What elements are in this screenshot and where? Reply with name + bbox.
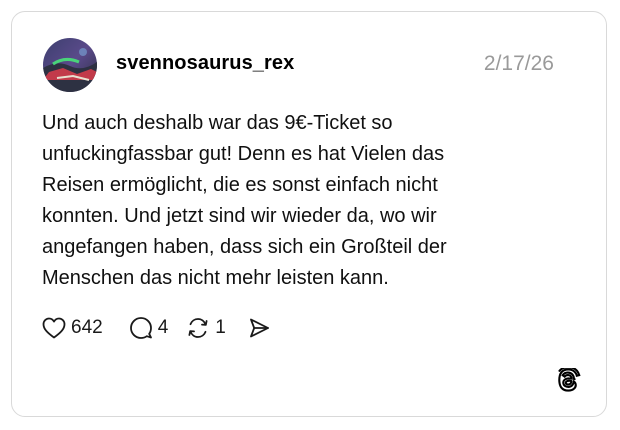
repost-button[interactable]: 1 <box>186 316 226 340</box>
threads-logo-icon <box>557 366 581 392</box>
threads-post-card: svennosaurus_rex 2/17/26 Und auch deshal… <box>11 11 607 417</box>
repost-icon <box>188 318 208 338</box>
reply-button[interactable]: 4 <box>129 316 169 340</box>
repost-count: 1 <box>215 317 226 338</box>
username[interactable]: svennosaurus_rex <box>116 52 294 75</box>
heart-icon <box>42 317 66 339</box>
like-button[interactable]: 642 <box>42 317 103 339</box>
avatar[interactable] <box>43 38 97 92</box>
send-icon <box>249 318 269 338</box>
post-text: Und auch deshalb war das 9€-Ticket so un… <box>42 112 447 289</box>
reply-count: 4 <box>157 317 169 338</box>
comment-bubble-icon <box>129 317 152 339</box>
post-actions: 642 4 1 <box>42 313 270 343</box>
post-date: 2/17/26 <box>483 52 554 75</box>
like-count: 642 <box>71 317 103 338</box>
share-button[interactable] <box>248 317 270 339</box>
